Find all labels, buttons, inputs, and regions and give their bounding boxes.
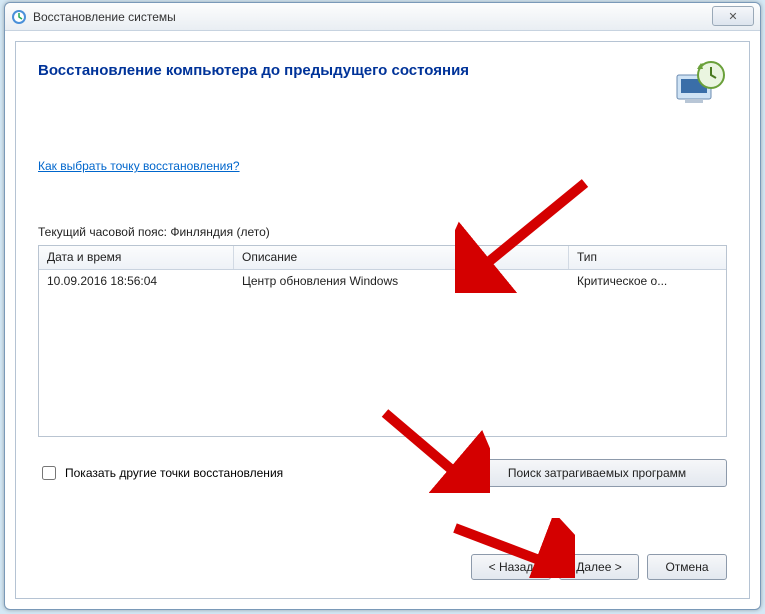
restore-icon bbox=[671, 57, 727, 113]
cell-datetime: 10.09.2016 18:56:04 bbox=[39, 271, 234, 291]
show-more-checkbox[interactable] bbox=[42, 466, 56, 480]
next-button[interactable]: Далее > bbox=[559, 554, 639, 580]
window-title: Восстановление системы bbox=[33, 10, 176, 24]
header-description[interactable]: Описание bbox=[234, 246, 569, 269]
titlebar[interactable]: Восстановление системы ✕ bbox=[5, 3, 760, 31]
scan-affected-programs-button[interactable]: Поиск затрагиваемых программ bbox=[467, 459, 727, 487]
content-frame: Восстановление компьютера до предыдущего… bbox=[15, 41, 750, 599]
back-button[interactable]: < Назад bbox=[471, 554, 551, 580]
header-datetime[interactable]: Дата и время bbox=[39, 246, 234, 269]
cancel-button[interactable]: Отмена bbox=[647, 554, 727, 580]
below-table-row: Показать другие точки восстановления Пои… bbox=[38, 459, 727, 487]
app-icon bbox=[11, 9, 27, 25]
content-inner: Восстановление компьютера до предыдущего… bbox=[38, 62, 727, 538]
page-heading: Восстановление компьютера до предыдущего… bbox=[38, 62, 727, 79]
cell-description: Центр обновления Windows bbox=[234, 271, 569, 291]
close-button[interactable]: ✕ bbox=[712, 6, 754, 26]
help-link[interactable]: Как выбрать точку восстановления? bbox=[38, 159, 240, 173]
table-header: Дата и время Описание Тип bbox=[39, 246, 726, 270]
table-row[interactable]: 10.09.2016 18:56:04 Центр обновления Win… bbox=[39, 270, 726, 292]
show-more-label: Показать другие точки восстановления bbox=[65, 466, 283, 480]
timezone-label: Текущий часовой пояс: Финляндия (лето) bbox=[38, 225, 727, 239]
cell-type: Критическое о... bbox=[569, 271, 726, 291]
header-type[interactable]: Тип bbox=[569, 246, 726, 269]
close-icon: ✕ bbox=[728, 10, 737, 23]
wizard-footer: < Назад Далее > Отмена bbox=[471, 554, 727, 580]
show-more-checkbox-wrap[interactable]: Показать другие точки восстановления bbox=[38, 463, 283, 483]
system-restore-window: Восстановление системы ✕ Восстановление … bbox=[4, 2, 761, 610]
restore-points-table: Дата и время Описание Тип 10.09.2016 18:… bbox=[38, 245, 727, 437]
